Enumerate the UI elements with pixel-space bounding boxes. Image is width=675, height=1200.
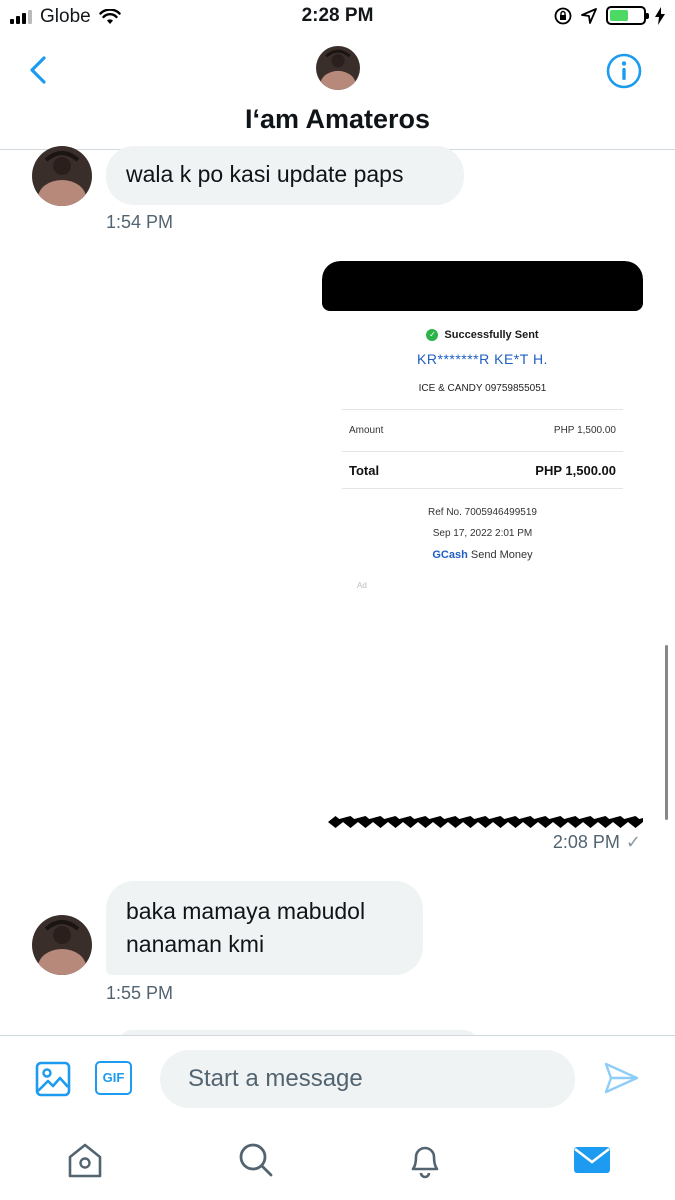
receipt-status: ✓ Successfully Sent [322,329,643,341]
torn-edge [328,816,643,828]
receipt: ✓ Successfully Sent KR*******R KE*T H. I… [322,311,643,394]
divider [342,488,623,489]
send-icon[interactable] [603,1060,639,1096]
message-timestamp: 2:08 PM [552,832,620,852]
avatar[interactable] [316,46,360,90]
total-value: PHP 1,500.00 [535,463,616,478]
divider [342,409,623,410]
message-text: wala k po kasi update paps [126,161,404,187]
conversation-header: I‘am Amateros [0,36,675,150]
amount-value: PHP 1,500.00 [553,425,616,436]
image-icon[interactable] [35,1061,71,1097]
avatar[interactable] [32,915,92,975]
message-bubble[interactable]: baka mamaya mabudol nanaman kmi [106,881,423,975]
receipt-service: Send Money [470,549,533,561]
receipt-amount-row: Amount PHP 1,500.00 [349,425,616,436]
charging-icon [655,6,665,25]
message-text-line: nanaman kmi [126,931,265,957]
info-icon[interactable] [605,52,643,90]
receipt-total-row: Total PHP 1,500.00 [349,463,616,478]
message-meta: 2:08 PM ✓ [553,832,641,853]
ad-label: Ad [357,581,367,590]
avatar[interactable] [32,146,92,206]
image-attachment[interactable]: ✓ Successfully Sent KR*******R KE*T H. I… [322,261,643,828]
conversation-title: I‘am Amateros [244,104,431,134]
tab-bar [0,1125,675,1200]
receipt-merchant: ICE & CANDY 09759855051 [418,383,547,394]
amount-label: Amount [349,425,384,436]
rotation-lock-icon [554,7,572,24]
message-bubble[interactable]: wala k po kasi update paps [106,146,464,205]
home-icon[interactable] [65,1139,105,1181]
receipt-ref: Ref No. 7005946499519 [428,507,537,518]
gcash-logo: GCash [432,549,468,561]
sent-check-icon: ✓ [625,832,641,852]
message-timestamp: 1:55 PM [106,983,174,1003]
location-icon [581,7,597,24]
receipt-recipient: KR*******R KE*T H. [417,351,548,367]
receipt-date: Sep 17, 2022 2:01 PM [432,528,533,539]
status-bar: Globe 2:28 PM [0,0,675,36]
battery-icon [606,6,649,25]
search-icon[interactable] [235,1139,275,1181]
bell-icon[interactable] [405,1139,445,1181]
message-timestamp: 1:54 PM [106,212,174,232]
gif-button[interactable]: GIF [95,1061,132,1095]
chevron-left-icon[interactable] [22,50,56,90]
attachment-header-bar [322,261,643,311]
mail-icon[interactable] [572,1139,612,1181]
compose-bar: GIF [0,1035,675,1125]
divider [342,451,623,452]
total-label: Total [349,463,380,478]
check-icon: ✓ [426,329,439,341]
status-right [554,6,665,25]
receipt-brand: GCash Send Money [322,549,643,561]
scrollbar[interactable] [665,645,668,820]
message-input[interactable] [160,1050,575,1108]
message-text-line: baka mamaya mabudol [126,898,366,924]
